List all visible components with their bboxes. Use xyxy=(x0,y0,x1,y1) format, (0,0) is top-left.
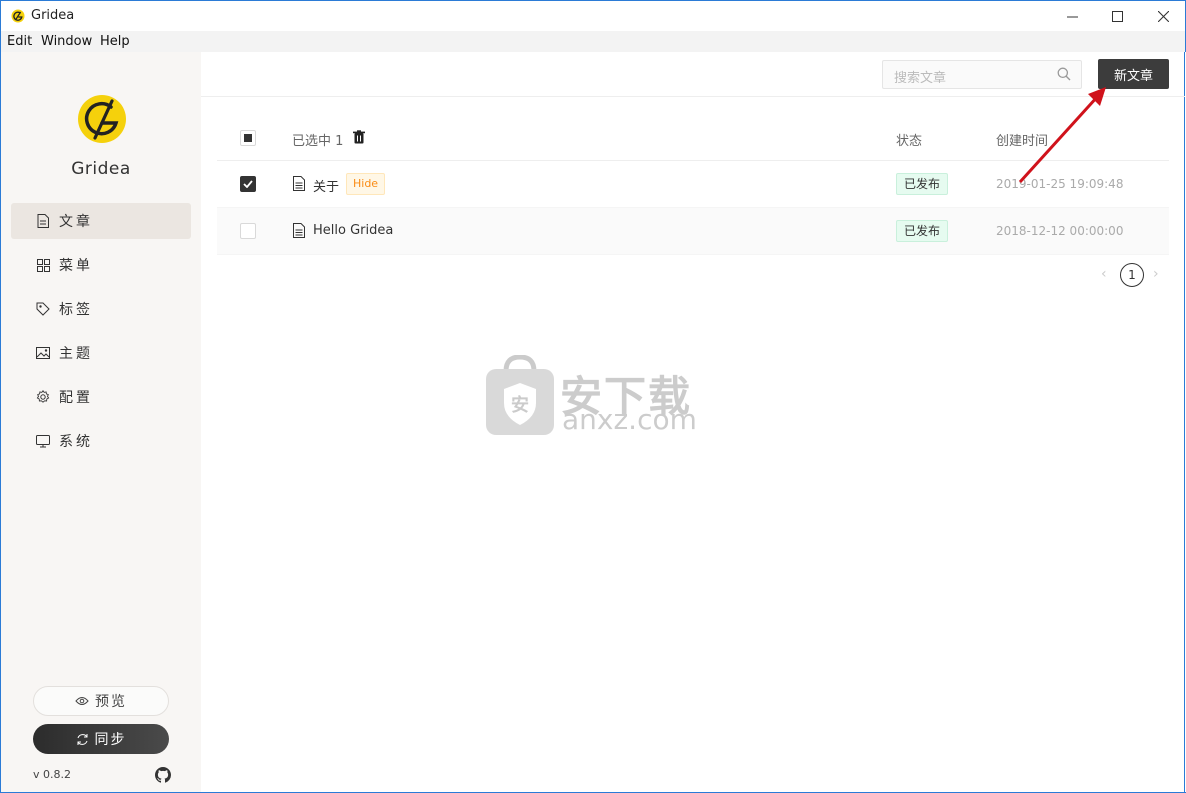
minimize-icon xyxy=(1066,16,1078,17)
sidebar-item-label: 文章 xyxy=(59,214,93,230)
refresh-icon xyxy=(77,733,87,745)
post-table: 已选中 1 状态 创建时间 关于 Hide 已发布 2019-01-25 19:… xyxy=(217,116,1169,255)
table-row[interactable]: Hello Gridea 已发布 2018-12-12 00:00:00 xyxy=(217,208,1169,255)
github-icon[interactable] xyxy=(155,767,171,783)
row-checkbox[interactable] xyxy=(240,223,256,239)
brand-name: Gridea xyxy=(71,159,131,179)
sidebar-item-label: 配置 xyxy=(59,390,93,406)
sync-label: 同步 xyxy=(94,732,127,748)
sidebar-item-settings[interactable]: 配置 xyxy=(11,379,191,415)
column-status: 状态 xyxy=(896,134,923,149)
svg-text:安: 安 xyxy=(511,394,529,416)
document-icon xyxy=(36,214,50,228)
status-badge: 已发布 xyxy=(896,220,949,242)
created-date: 2018-12-12 00:00:00 xyxy=(996,224,1124,238)
maximize-icon xyxy=(1111,10,1123,22)
top-toolbar: 搜索文章 新文章 xyxy=(201,52,1185,97)
row-checkbox[interactable] xyxy=(240,176,256,192)
new-post-button[interactable]: 新文章 xyxy=(1098,59,1169,89)
window-title: Gridea xyxy=(31,8,75,23)
trash-icon[interactable] xyxy=(352,130,366,144)
prev-page-button[interactable]: ‹ xyxy=(1101,266,1107,282)
app-logo-icon xyxy=(11,9,25,23)
grid-icon xyxy=(36,258,50,272)
watermark-url: anxz.com xyxy=(562,403,697,436)
document-icon xyxy=(293,223,305,238)
hide-tag: Hide xyxy=(346,173,386,195)
sidebar-item-tags[interactable]: 标签 xyxy=(11,291,191,327)
eye-icon xyxy=(75,697,89,705)
gear-icon xyxy=(36,390,50,404)
created-date: 2019-01-25 19:09:48 xyxy=(996,177,1124,191)
menu-bar: Edit Window Help xyxy=(0,31,1186,52)
column-created: 创建时间 xyxy=(996,134,1049,149)
search-icon xyxy=(1057,67,1071,81)
page-number[interactable]: 1 xyxy=(1120,263,1144,287)
close-button[interactable] xyxy=(1140,1,1186,31)
document-icon xyxy=(293,176,305,191)
title-bar: Gridea xyxy=(0,0,1186,31)
sync-button[interactable]: 同步 xyxy=(33,724,169,754)
sidebar: Gridea 文章 菜单 标签 主题 配置 系统 预览 同步 v 0.8.2 xyxy=(1,52,201,792)
sidebar-item-menu[interactable]: 菜单 xyxy=(11,247,191,283)
sidebar-item-theme[interactable]: 主题 xyxy=(11,335,191,371)
gridea-logo-icon xyxy=(78,95,126,143)
sidebar-item-label: 系统 xyxy=(59,434,93,450)
window-border-left xyxy=(0,31,1,793)
next-page-button[interactable]: › xyxy=(1153,266,1159,282)
sidebar-item-system[interactable]: 系统 xyxy=(11,423,191,459)
select-all-checkbox[interactable] xyxy=(240,130,256,146)
sidebar-item-label: 主题 xyxy=(59,346,93,362)
menu-window[interactable]: Window xyxy=(41,34,92,49)
tag-icon xyxy=(36,302,50,316)
close-icon xyxy=(1157,10,1169,22)
status-badge: 已发布 xyxy=(896,173,949,195)
minimize-button[interactable] xyxy=(1049,1,1095,31)
image-icon xyxy=(36,346,50,360)
pagination: ‹ 1 › xyxy=(1101,263,1171,287)
table-row[interactable]: 关于 Hide 已发布 2019-01-25 19:09:48 xyxy=(217,161,1169,208)
shield-bag-icon: 安 xyxy=(486,354,554,435)
search-placeholder: 搜索文章 xyxy=(894,71,947,86)
watermark: 安 安下载 anxz.com xyxy=(484,354,704,437)
preview-button[interactable]: 预览 xyxy=(33,686,169,716)
table-header: 已选中 1 状态 创建时间 xyxy=(217,116,1169,161)
check-icon xyxy=(243,180,253,188)
monitor-icon xyxy=(36,434,50,448)
sidebar-item-label: 标签 xyxy=(59,302,93,318)
post-title[interactable]: Hello Gridea xyxy=(313,223,393,238)
menu-help[interactable]: Help xyxy=(100,34,130,49)
sidebar-item-articles[interactable]: 文章 xyxy=(11,203,191,239)
maximize-button[interactable] xyxy=(1094,1,1140,31)
version-text: v 0.8.2 xyxy=(33,768,71,781)
post-title[interactable]: 关于 xyxy=(313,176,339,195)
selected-count: 已选中 1 xyxy=(292,134,344,149)
search-input[interactable]: 搜索文章 xyxy=(882,60,1082,89)
sidebar-item-label: 菜单 xyxy=(59,258,93,274)
menu-edit[interactable]: Edit xyxy=(7,34,32,49)
preview-label: 预览 xyxy=(95,694,127,710)
